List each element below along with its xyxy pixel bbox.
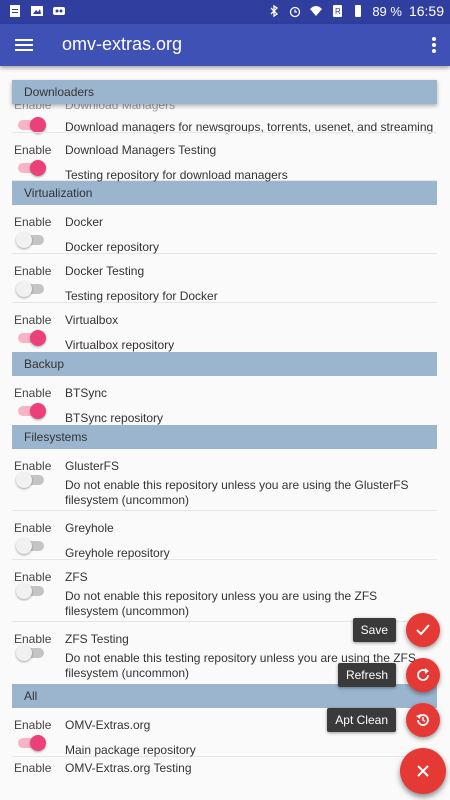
repo-description: Greyhole repository <box>65 546 170 560</box>
repo-description: Virtualbox repository <box>65 338 175 352</box>
app-title: omv-extras.org <box>62 34 183 54</box>
enable-label: Enable <box>14 143 52 157</box>
repo-row-partial: Enable Download Managers Download manage… <box>12 98 437 134</box>
repo-name: OMV-Extras.org Testing <box>65 761 192 775</box>
enable-label: Enable <box>14 632 52 646</box>
repo-row-virtualbox: Enable Virtualbox Virtualbox repository <box>12 303 437 352</box>
repo-name: Download Managers Testing <box>65 143 217 157</box>
enable-label: Enable <box>14 718 52 732</box>
menu-icon[interactable] <box>14 35 34 55</box>
repo-row-btsync: Enable BTSync BTSync repository <box>12 376 437 425</box>
repo-row-docker: Enable Docker Docker repository <box>12 205 437 254</box>
battery-percent: 89 % <box>372 3 402 19</box>
save-button[interactable] <box>406 613 440 647</box>
enable-toggle[interactable] <box>16 472 44 488</box>
repo-name: ZFS Testing <box>65 632 129 646</box>
enable-toggle[interactable] <box>16 645 44 661</box>
history-icon <box>416 714 429 726</box>
battery-icon <box>355 5 362 17</box>
repo-name: OMV-Extras.org <box>65 718 151 732</box>
fab-close-button[interactable] <box>400 748 446 794</box>
repo-row-omv-extras-testing: Enable OMV-Extras.org Testing <box>12 757 437 777</box>
repo-description: BTSync repository <box>65 411 164 425</box>
enable-toggle[interactable] <box>16 538 44 554</box>
apt-clean-label[interactable]: Apt Clean <box>327 708 396 732</box>
repo-description: Do not enable this repository unless you… <box>65 478 409 507</box>
status-bar: R 89 % 16:59 <box>0 0 450 24</box>
enable-toggle[interactable] <box>16 583 44 599</box>
enable-toggle[interactable] <box>16 281 44 297</box>
section-header-downloaders: Downloaders <box>12 80 437 104</box>
enable-label: Enable <box>14 264 52 278</box>
repo-description: Testing repository for Docker <box>65 289 218 303</box>
section-header-filesystems: Filesystems <box>12 425 437 449</box>
wifi-icon <box>310 6 323 16</box>
enable-label: Enable <box>14 313 52 327</box>
apt-clean-button[interactable] <box>406 703 440 737</box>
svg-text:R: R <box>335 7 341 16</box>
refresh-icon <box>417 668 429 681</box>
enable-toggle[interactable] <box>18 330 46 346</box>
enable-toggle[interactable] <box>18 117 46 133</box>
bluetooth-icon <box>270 4 279 18</box>
section-header-backup: Backup <box>12 352 437 376</box>
enable-label: Enable <box>14 386 52 400</box>
app-bar: omv-extras.org <box>0 24 450 66</box>
app-icon <box>53 7 65 15</box>
repo-name: Greyhole <box>65 521 114 535</box>
repo-name: GlusterFS <box>65 459 120 473</box>
repo-name: ZFS <box>65 570 88 584</box>
enable-toggle[interactable] <box>18 403 46 419</box>
section-header-virtualization: Virtualization <box>12 181 437 205</box>
enable-label: Enable <box>14 570 52 584</box>
repo-row-docker-testing: Enable Docker Testing Testing repository… <box>12 254 437 303</box>
repo-description: Main package repository <box>65 743 196 757</box>
more-vert-icon[interactable] <box>430 35 438 55</box>
repo-description: Docker repository <box>65 240 160 254</box>
enable-toggle[interactable] <box>18 160 46 176</box>
enable-toggle[interactable] <box>16 232 44 248</box>
refresh-label[interactable]: Refresh <box>337 663 396 687</box>
close-icon <box>417 765 429 777</box>
repo-name: Docker Testing <box>65 264 145 278</box>
repo-name: Docker <box>65 215 104 229</box>
repo-row-glusterfs: Enable GlusterFS Do not enable this repo… <box>12 449 437 511</box>
enable-label: Enable <box>14 761 52 775</box>
fab-apt-clean-row: Apt Clean <box>327 703 440 737</box>
enable-label: Enable <box>14 521 52 535</box>
image-icon <box>31 6 43 16</box>
clock: 16:59 <box>408 3 444 19</box>
repo-row-download-managers-testing: Enable Download Managers Testing Testing… <box>12 132 437 182</box>
signal-icon: R <box>333 5 343 17</box>
save-label[interactable]: Save <box>352 618 396 642</box>
fab-save-row: Save <box>352 613 440 647</box>
enable-label: Enable <box>14 215 52 229</box>
enable-label: Enable <box>14 459 52 473</box>
enable-toggle[interactable] <box>18 735 46 751</box>
repo-name: BTSync <box>65 386 108 400</box>
repo-row-greyhole: Enable Greyhole Greyhole repository <box>12 511 437 560</box>
repo-name: Virtualbox <box>65 313 119 327</box>
check-icon <box>416 624 430 636</box>
repo-description: Testing repository for download managers <box>65 168 288 182</box>
file-icon <box>10 5 20 17</box>
refresh-button[interactable] <box>406 658 440 692</box>
alarm-icon <box>290 6 301 18</box>
fab-refresh-row: Refresh <box>337 658 440 692</box>
